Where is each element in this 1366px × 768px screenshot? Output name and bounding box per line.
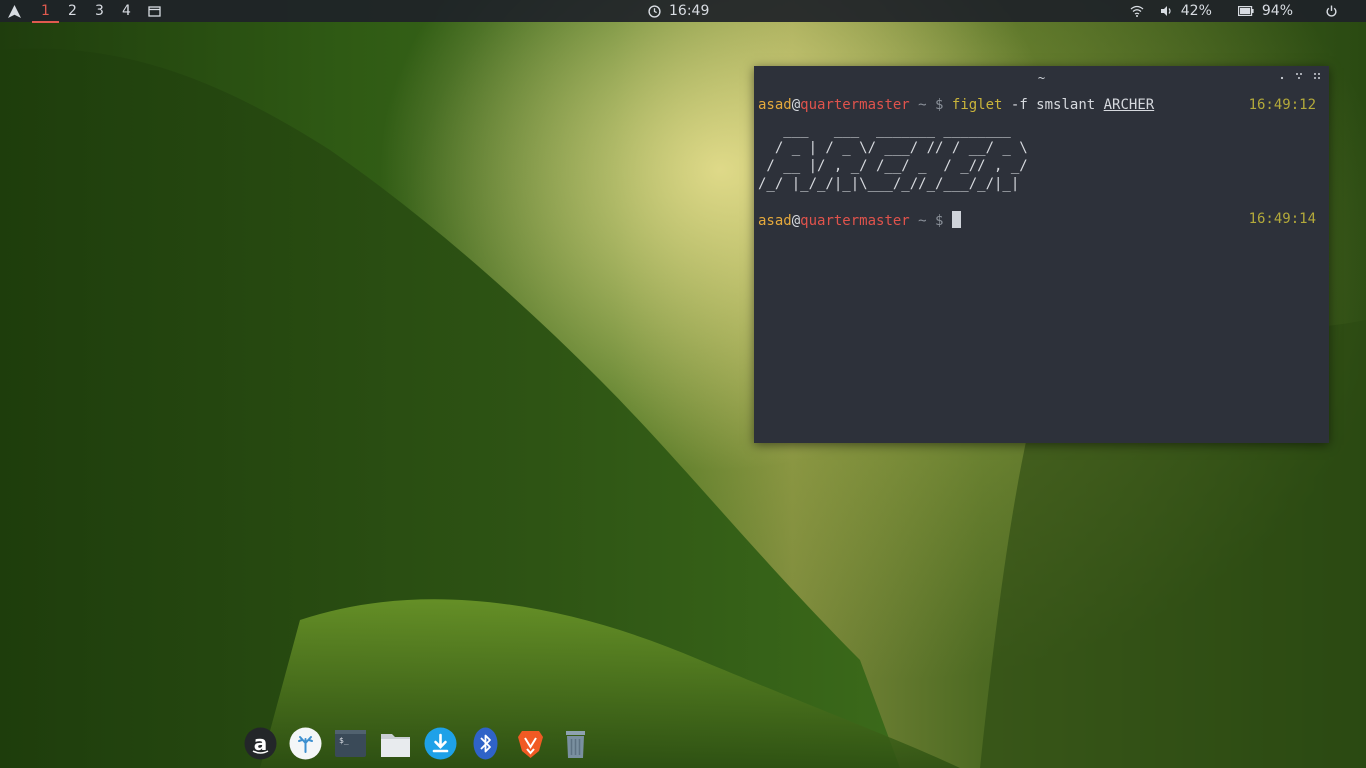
clock-icon: [648, 4, 661, 18]
close-icon[interactable]: [1313, 66, 1321, 90]
prompt-host: quartermaster: [800, 97, 910, 113]
terminal-icon[interactable]: $_: [334, 727, 367, 760]
figlet-line-4: /_/ |_/_/|_|\___/_//_/___/_/|_|: [758, 176, 1020, 192]
command-line-1: asad@quartermaster ~ $ figlet -f smslant…: [758, 97, 1154, 113]
wifi-icon[interactable]: [1130, 5, 1144, 17]
figlet-line-2: / _ | / _ \/ ___/ // / __/ _ \: [758, 140, 1028, 156]
top-panel: 1 2 3 4 16:49 42% 94%: [0, 0, 1366, 23]
prompt-user: asad: [758, 213, 792, 229]
amazon-icon[interactable]: a: [244, 727, 277, 760]
prompt-dollar: $: [935, 213, 952, 229]
text-cursor: [951, 211, 961, 228]
prompt-at: @: [791, 97, 801, 113]
workspace-1[interactable]: 1: [32, 0, 59, 23]
volume-icon: [1160, 5, 1173, 17]
command-name: figlet: [951, 97, 1003, 113]
battery-icon: [1237, 6, 1254, 16]
minimize-icon[interactable]: [1279, 66, 1285, 90]
power-icon[interactable]: [1325, 5, 1338, 18]
terminal-titlebar[interactable]: ~: [754, 66, 1329, 90]
prompt-user: asad: [758, 97, 792, 113]
prompt-host: quartermaster: [800, 213, 910, 229]
trash-icon[interactable]: [559, 727, 592, 760]
app-store-icon[interactable]: [289, 727, 322, 760]
command-args: -f smslant: [1002, 97, 1104, 113]
timestamp-2: 16:49:14: [1248, 211, 1316, 227]
command-arg-text: ARCHER: [1103, 97, 1155, 113]
dock: a $_: [244, 724, 592, 762]
brave-icon[interactable]: [514, 727, 547, 760]
terminal-title: ~: [1037, 71, 1046, 85]
bluetooth-icon[interactable]: [469, 727, 502, 760]
figlet-line-3: / __ |/ , _/ /__/ _ / _// , _/: [758, 158, 1028, 174]
maximize-icon[interactable]: [1295, 66, 1303, 90]
svg-text:$_: $_: [339, 736, 349, 745]
arch-logo-icon[interactable]: [8, 4, 32, 18]
downloads-icon[interactable]: [424, 727, 457, 760]
figlet-line-1: ___ ___ _______ ________: [758, 122, 1011, 138]
timestamp-1: 16:49:12: [1248, 97, 1316, 113]
svg-text:a: a: [254, 731, 268, 755]
window-list-icon[interactable]: [148, 5, 161, 17]
volume-text: 42%: [1180, 3, 1212, 19]
prompt-dir: ~: [909, 213, 936, 229]
command-line-2[interactable]: asad@quartermaster ~ $: [758, 211, 961, 229]
battery-widget[interactable]: 94%: [1237, 0, 1293, 22]
files-icon[interactable]: [379, 727, 412, 760]
terminal-window[interactable]: ~ asad@quartermaster ~ $ figlet -f smsla…: [754, 66, 1329, 443]
clock-text: 16:49: [669, 3, 710, 19]
prompt-at: @: [791, 213, 801, 229]
clock-widget[interactable]: 16:49: [648, 0, 709, 22]
workspace-2[interactable]: 2: [59, 0, 86, 22]
prompt-dir: ~: [909, 97, 936, 113]
volume-widget[interactable]: 42%: [1160, 0, 1212, 22]
prompt-dollar: $: [935, 97, 952, 113]
battery-text: 94%: [1261, 3, 1293, 19]
workspace-4[interactable]: 4: [113, 0, 140, 22]
workspace-3[interactable]: 3: [86, 0, 113, 22]
